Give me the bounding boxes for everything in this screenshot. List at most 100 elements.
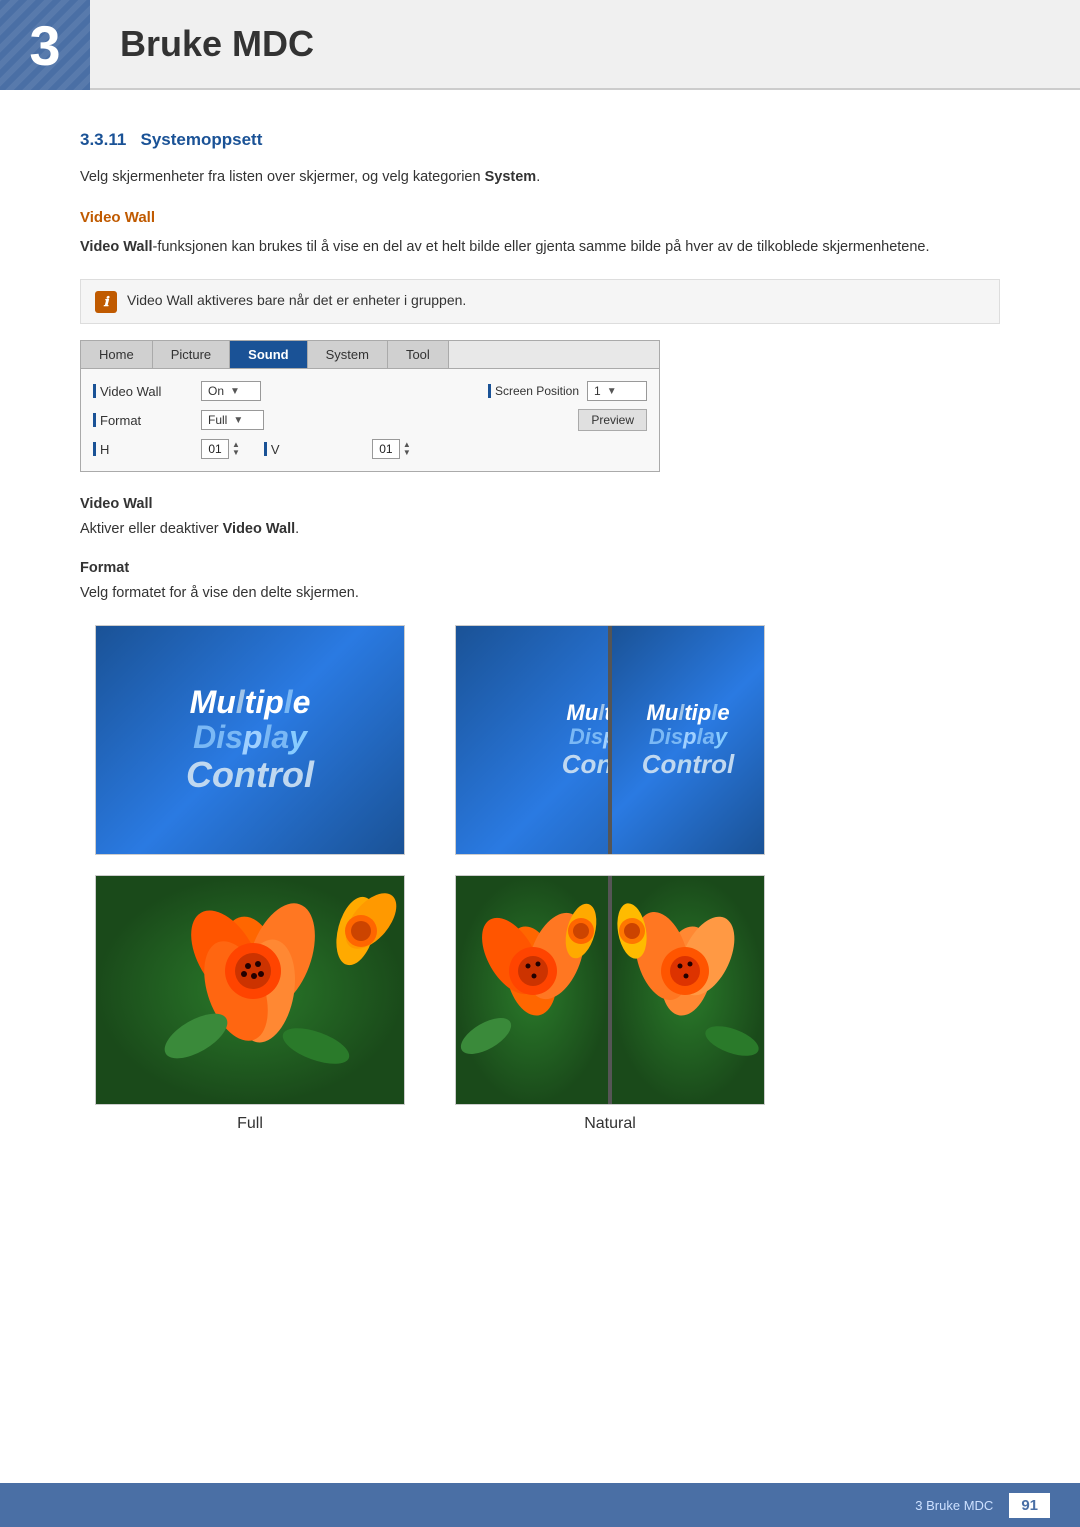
video-wall-value: On	[208, 384, 224, 398]
full-mdc-image: Multiple Display Control	[95, 625, 405, 855]
video-wall-row: Video Wall On ▼ Screen Position 1 ▼	[93, 377, 647, 405]
video-wall-label-text: Video Wall	[100, 384, 161, 399]
mdc-logo-natural-left: Multiple Display Control	[456, 626, 608, 854]
video-wall-bold: Video Wall	[80, 239, 153, 255]
full-label: Full	[237, 1115, 263, 1133]
screen-pos-value: 1	[594, 384, 601, 398]
screen-position-section: Screen Position 1 ▼	[488, 381, 647, 401]
page-footer: 3 Bruke MDC 91	[0, 1483, 1080, 1527]
chapter-number-box: 3	[0, 0, 90, 90]
label-bar-5	[264, 442, 267, 456]
mdc-text-display-3: Display	[649, 725, 727, 749]
mdc-text-multiple-3: Multiple	[646, 701, 729, 725]
format-item-heading: Format	[80, 560, 1000, 576]
h-spinner: 01 ▲▼	[201, 439, 240, 459]
footer-page-number: 91	[1009, 1493, 1050, 1518]
tab-sound[interactable]: Sound	[230, 341, 307, 368]
page-header: 3 Bruke MDC	[0, 0, 1080, 90]
label-bar	[93, 384, 96, 398]
h-value: 01	[201, 439, 229, 459]
mdc-text-display-1: Display	[193, 720, 307, 755]
natural-half-left: Multiple Display Control	[456, 626, 608, 854]
mdc-text-control-3: Control	[642, 750, 734, 779]
h-label: H	[93, 442, 193, 457]
v-value: 01	[372, 439, 400, 459]
ui-panel: Home Picture Sound System Tool Video Wal…	[80, 340, 660, 472]
note-icon: ℹ	[95, 291, 117, 313]
section-heading: 3.3.11 Systemoppsett	[80, 130, 1000, 150]
natural-mdc-image: Multiple Display Control Multiple Displa…	[455, 625, 765, 855]
section-number: 3.3.11	[80, 130, 126, 149]
select-arrow: ▼	[230, 386, 240, 397]
vw-item-bold: Video Wall	[223, 521, 296, 537]
video-wall-description: Video Wall-funksjonen kan brukes til å v…	[80, 236, 1000, 259]
tab-home[interactable]: Home	[81, 341, 153, 368]
video-wall-subheading: Video Wall	[80, 209, 1000, 226]
video-wall-text: -funksjonen kan brukes til å vise en del…	[153, 239, 930, 255]
format-label-text: Format	[100, 413, 141, 428]
v-spinner-arrows[interactable]: ▲▼	[403, 441, 411, 457]
intro-bold: System	[485, 169, 537, 185]
mdc-logo-natural-right: Multiple Display Control	[612, 626, 764, 854]
full-flower-image	[95, 875, 405, 1105]
h-label-text: H	[100, 442, 109, 457]
section-title: Systemoppsett	[141, 130, 263, 149]
mdc-text-multiple-2: Multiple	[566, 701, 608, 725]
natural-flower-container	[456, 876, 764, 1104]
format-value: Full	[208, 413, 227, 427]
mdc-text-display-2: Display	[569, 725, 608, 749]
video-wall-select[interactable]: On ▼	[201, 381, 261, 401]
format-natural-mdc: Multiple Display Control Multiple Displa…	[440, 625, 780, 855]
label-bar-4	[93, 442, 96, 456]
preview-section: Preview	[578, 409, 647, 431]
format-item-desc: Velg formatet for å vise den delte skjer…	[80, 582, 1000, 605]
header-title-area: Bruke MDC	[90, 0, 1080, 90]
flower-right	[612, 876, 764, 1104]
intro-paragraph: Velg skjermenheter fra listen over skjer…	[80, 166, 1000, 189]
natural-half-right: Multiple Display Control	[612, 626, 764, 854]
mdc-text-control-1: Control	[186, 755, 314, 795]
format-select[interactable]: Full ▼	[201, 410, 264, 430]
vw-item-desc: Aktiver eller deaktiver Video Wall.	[80, 518, 1000, 541]
natural-label: Natural	[584, 1115, 636, 1133]
format-row: Format Full ▼ Preview	[93, 405, 647, 435]
vw-item-heading: Video Wall	[80, 496, 1000, 512]
select-arrow-3: ▼	[233, 415, 243, 426]
label-bar-3	[93, 413, 96, 427]
preview-button[interactable]: Preview	[578, 409, 647, 431]
mdc-text-multiple-1: Multiple	[190, 685, 311, 720]
flower-svg-right	[612, 876, 764, 1104]
v-label: V	[264, 442, 364, 457]
label-bar-2	[488, 384, 491, 398]
mdc-text-control-2: Control	[562, 750, 608, 779]
note-text: Video Wall aktiveres bare når det er enh…	[127, 290, 466, 311]
chapter-number: 3	[29, 13, 60, 78]
main-content: 3.3.11 Systemoppsett Velg skjermenheter …	[0, 130, 1080, 1133]
format-images-grid: Multiple Display Control Multiple Displa…	[80, 625, 780, 1133]
natural-mdc-container: Multiple Display Control Multiple Displa…	[456, 626, 764, 854]
v-label-text: V	[271, 442, 280, 457]
format-natural-flower: Natural	[440, 875, 780, 1133]
natural-flower-image	[455, 875, 765, 1105]
page-title: Bruke MDC	[120, 23, 314, 65]
ui-tabs: Home Picture Sound System Tool	[81, 341, 659, 369]
hv-row: H 01 ▲▼ V 01 ▲▼	[93, 435, 647, 463]
tab-tool[interactable]: Tool	[388, 341, 449, 368]
tab-system[interactable]: System	[308, 341, 388, 368]
intro-text: Velg skjermenheter fra listen over skjer…	[80, 169, 481, 185]
note-box: ℹ Video Wall aktiveres bare når det er e…	[80, 279, 1000, 324]
video-wall-row-label: Video Wall	[93, 384, 193, 399]
flower-svg-full	[96, 876, 404, 1104]
format-row-label: Format	[93, 413, 193, 428]
mdc-logo-full: Multiple Display Control	[96, 626, 404, 854]
flower-svg-left	[456, 876, 608, 1104]
screen-pos-select[interactable]: 1 ▼	[587, 381, 647, 401]
format-full-flower: Full	[80, 875, 420, 1133]
screen-pos-label: Screen Position	[488, 384, 579, 398]
select-arrow-2: ▼	[607, 386, 617, 397]
h-spinner-arrows[interactable]: ▲▼	[232, 441, 240, 457]
panel-body: Video Wall On ▼ Screen Position 1 ▼	[81, 369, 659, 471]
v-spinner: 01 ▲▼	[372, 439, 411, 459]
footer-text: 3 Bruke MDC	[915, 1498, 993, 1513]
tab-picture[interactable]: Picture	[153, 341, 230, 368]
